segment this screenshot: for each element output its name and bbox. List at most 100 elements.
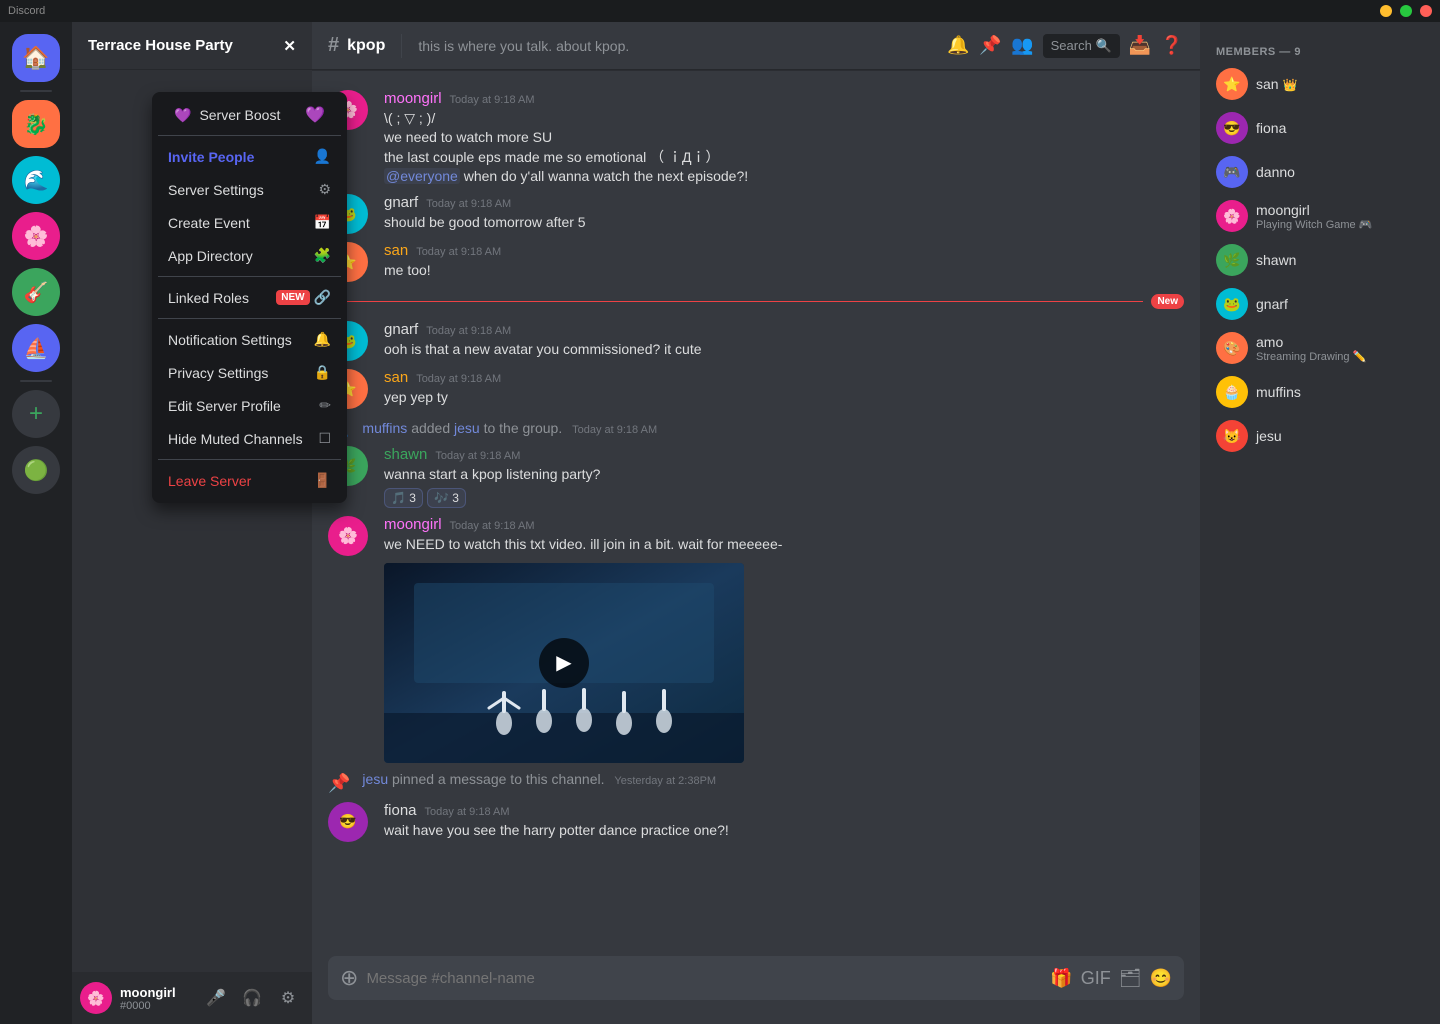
search-icon: 🔍: [1096, 38, 1112, 54]
emoji-icon[interactable]: 😊: [1150, 968, 1172, 989]
member-item-muffins[interactable]: 🧁 muffins: [1208, 370, 1432, 414]
server-list: 🏠 🐉 🌊 🌸 🎸 ⛵ + 🟢: [0, 22, 72, 1024]
members-icon[interactable]: 👥: [1011, 34, 1035, 58]
avatar-msg7[interactable]: 🌸: [328, 516, 368, 556]
msg-username-3[interactable]: san: [384, 242, 408, 259]
video-embed[interactable]: ▶: [384, 563, 744, 763]
member-item-danno[interactable]: 🎮 danno: [1208, 150, 1432, 194]
server-icon-4[interactable]: 🎸: [12, 268, 60, 316]
deafen-button[interactable]: 🎧: [236, 982, 268, 1014]
server-icon-5[interactable]: ⛵: [12, 324, 60, 372]
msg-username-4[interactable]: gnarf: [384, 321, 418, 338]
member-avatar-danno: 🎮: [1216, 156, 1248, 188]
help-icon[interactable]: ❓: [1160, 34, 1184, 58]
msg-username-5[interactable]: san: [384, 369, 408, 386]
server-header[interactable]: Terrace House Party ✕: [72, 22, 312, 70]
member-item-fiona[interactable]: 😎 fiona: [1208, 106, 1432, 150]
message-msg2: 🐸 gnarf Today at 9:18 AM should be good …: [312, 190, 1200, 238]
server-icon-2[interactable]: 🌊: [12, 156, 60, 204]
system-text-1: muffins added jesu to the group. Today a…: [362, 420, 657, 436]
channel-topic: this is where you talk. about kpop.: [418, 38, 938, 54]
msg-username-7[interactable]: moongirl: [384, 516, 442, 533]
system-user-muffins[interactable]: muffins: [362, 420, 407, 436]
gift-icon[interactable]: 🎁: [1050, 968, 1072, 989]
add-server-button[interactable]: +: [12, 390, 60, 438]
member-item-san[interactable]: ⭐ san 👑: [1208, 62, 1432, 106]
member-item-amo[interactable]: 🎨 amo Streaming Drawing ✏️: [1208, 326, 1432, 370]
minimize-button[interactable]: [1380, 5, 1392, 17]
menu-item-leave-server[interactable]: Leave Server 🚪: [158, 464, 341, 497]
close-button[interactable]: [1420, 5, 1432, 17]
pin-text: jesu pinned a message to this channel. Y…: [362, 771, 716, 787]
member-item-jesu[interactable]: 😺 jesu: [1208, 414, 1432, 458]
context-menu-container: 💜 Server Boost 💜 Invite People 👤 Server …: [152, 92, 347, 503]
input-add-button[interactable]: ⊕: [340, 965, 358, 991]
menu-item-privacy-settings[interactable]: Privacy Settings 🔒: [158, 356, 341, 389]
titlebar-title: Discord: [8, 5, 45, 17]
sticker-icon[interactable]: 🗂: [1119, 968, 1142, 989]
server-icon-active[interactable]: 🐉: [12, 100, 60, 148]
menu-divider-1: [158, 135, 341, 136]
reaction-1[interactable]: 🎵 3: [384, 488, 423, 508]
gif-icon[interactable]: GIF: [1081, 968, 1111, 989]
msg-username-1[interactable]: moongirl: [384, 90, 442, 107]
menu-item-linked-roles[interactable]: Linked Roles NEW 🔗: [158, 281, 341, 314]
members-header: MEMBERS — 9: [1208, 38, 1432, 62]
menu-item-server-settings[interactable]: Server Settings ⚙: [158, 173, 341, 206]
titlebar: Discord: [0, 0, 1440, 22]
user-discriminator: #0000: [120, 1000, 192, 1012]
avatar-msg8[interactable]: 😎: [328, 802, 368, 842]
channel-header: # kpop this is where you talk. about kpo…: [312, 22, 1200, 70]
menu-item-edit-server-profile[interactable]: Edit Server Profile ✏: [158, 389, 341, 422]
msg-header-6: shawn Today at 9:18 AM: [384, 446, 1184, 463]
member-item-gnarf[interactable]: 🐸 gnarf: [1208, 282, 1432, 326]
member-item-shawn[interactable]: 🌿 shawn: [1208, 238, 1432, 282]
boost-badge-icon: 💜: [305, 105, 325, 125]
inbox-icon[interactable]: 📥: [1128, 34, 1152, 58]
server-chevron-icon: ✕: [283, 37, 296, 55]
search-bar[interactable]: Search 🔍: [1043, 34, 1120, 58]
user-settings-button[interactable]: ⚙: [272, 982, 304, 1014]
member-name-jesu: jesu: [1256, 428, 1282, 444]
maximize-button[interactable]: [1400, 5, 1412, 17]
server-icon-discord-home[interactable]: 🏠: [12, 34, 60, 82]
member-info-amo: amo Streaming Drawing ✏️: [1256, 334, 1366, 363]
menu-item-invite-people[interactable]: Invite People 👤: [158, 140, 341, 173]
member-info-muffins: muffins: [1256, 384, 1301, 400]
server-icon-3[interactable]: 🌸: [12, 212, 60, 260]
msg-timestamp-5: Today at 9:18 AM: [416, 373, 501, 385]
message-input[interactable]: [366, 970, 1042, 987]
msg-username-8[interactable]: fiona: [384, 802, 417, 819]
member-avatar-jesu: 😺: [1216, 420, 1248, 452]
avatar[interactable]: 🌸: [80, 982, 112, 1014]
mention-everyone[interactable]: @everyone: [384, 168, 460, 184]
system-user-jesu[interactable]: jesu: [454, 420, 480, 436]
bell-icon: 🔔: [314, 331, 331, 348]
member-item-moongirl[interactable]: 🌸 moongirl Playing Witch Game 🎮: [1208, 194, 1432, 238]
msg-text-3: me too!: [384, 261, 1184, 280]
menu-item-create-event[interactable]: Create Event 📅: [158, 206, 341, 239]
pin-notification: 📌 jesu pinned a message to this channel.…: [312, 767, 1200, 798]
member-info-shawn: shawn: [1256, 252, 1296, 268]
explore-servers-button[interactable]: 🟢: [12, 446, 60, 494]
msg-timestamp-4: Today at 9:18 AM: [426, 325, 511, 337]
menu-item-hide-muted[interactable]: Hide Muted Channels ☐: [158, 422, 341, 455]
msg-username-2[interactable]: gnarf: [384, 194, 418, 211]
messages-area: 🌸 moongirl Today at 9:18 AM \( ; ▽ ; )/ …: [312, 70, 1200, 956]
pin-user[interactable]: jesu: [362, 771, 388, 787]
input-container: ⊕ 🎁 GIF 🗂 😊: [328, 956, 1184, 1000]
msg-username-6[interactable]: shawn: [384, 446, 427, 463]
menu-item-notification-settings[interactable]: Notification Settings 🔔: [158, 323, 341, 356]
reaction-2[interactable]: 🎶 3: [427, 488, 466, 508]
edit-icon: ✏: [319, 397, 331, 414]
pin-icon[interactable]: 📌: [979, 34, 1003, 58]
play-button[interactable]: ▶: [539, 638, 589, 688]
member-name-san: san 👑: [1256, 76, 1297, 92]
new-messages-divider: New: [328, 294, 1184, 309]
member-avatar-muffins: 🧁: [1216, 376, 1248, 408]
mute-button[interactable]: 🎤: [200, 982, 232, 1014]
menu-item-server-boost[interactable]: 💜 Server Boost 💜: [166, 99, 333, 131]
menu-item-app-directory[interactable]: App Directory 🧩: [158, 239, 341, 272]
settings-icon: ⚙: [318, 181, 331, 198]
notification-icon[interactable]: 🔔: [947, 34, 971, 58]
